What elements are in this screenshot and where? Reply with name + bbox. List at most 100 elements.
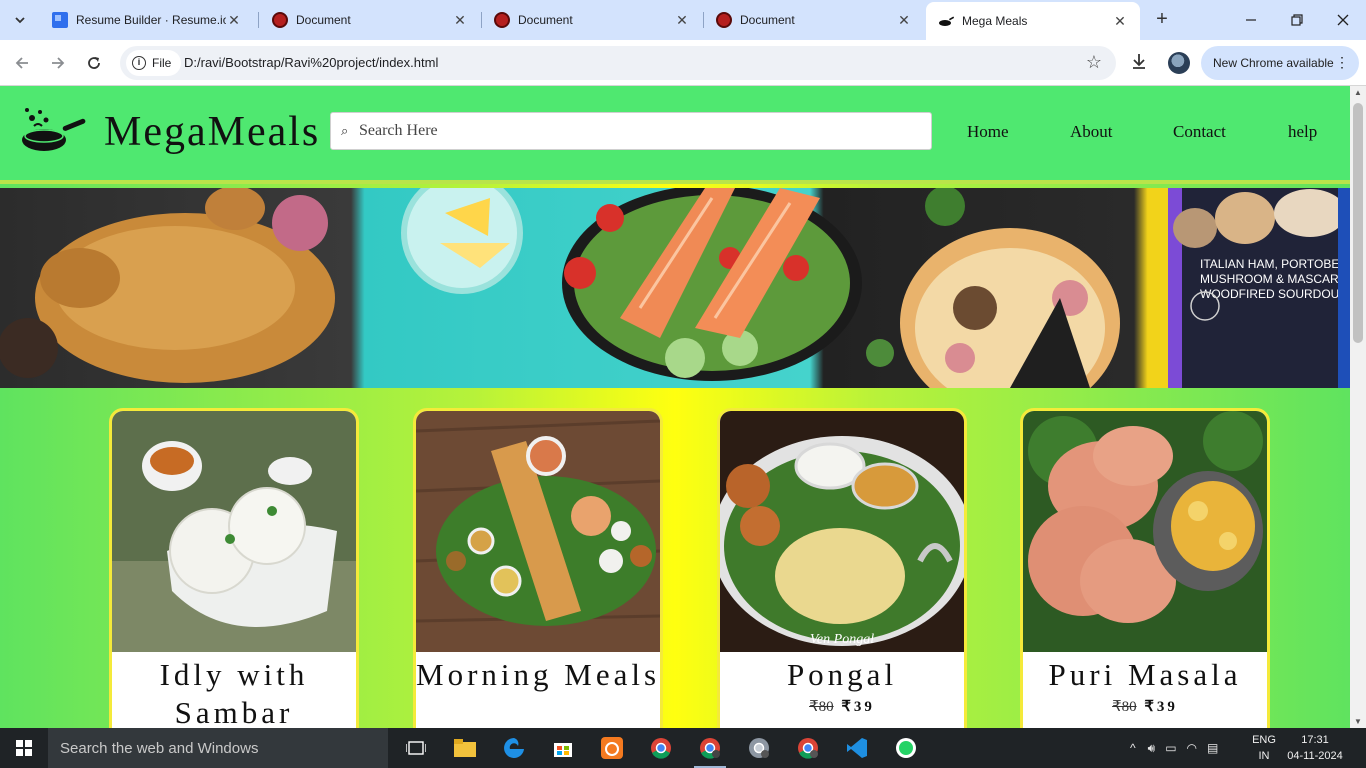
close-icon[interactable]: ✕ [674,12,690,29]
scheme-label: File [152,56,172,70]
card-title: Idly with Sambar [159,657,309,728]
morning-meals-photo [416,411,660,652]
chrome-update-button[interactable]: New Chrome available ⋮ [1201,46,1359,80]
chrome-icon [700,738,720,759]
chrome-profile-r-button[interactable] [739,732,779,764]
document-icon [716,12,732,28]
download-icon[interactable] [1130,52,1148,75]
file-explorer-button[interactable] [445,732,485,764]
close-icon [1337,14,1349,26]
back-button[interactable] [8,49,36,77]
price-line: ₹80 ₹39 [1023,697,1267,716]
task-view-button[interactable] [396,732,436,764]
bookmark-star-icon[interactable]: ☆ [1086,52,1102,73]
search-icon: ⌕ [341,123,349,138]
scrollbar-thumb[interactable] [1353,103,1363,343]
tab-resume-builder[interactable]: Resume Builder · Resume.io ✕ [40,0,254,40]
resume-io-icon [52,12,68,28]
close-icon[interactable]: ✕ [896,12,912,29]
edge-icon [504,738,524,758]
tab-document-1[interactable]: Document ✕ [260,0,480,40]
idly-photo [112,411,356,652]
food-card-puri-masala[interactable]: Puri Masala ₹80 ₹39 [1020,408,1270,728]
info-icon: i [132,56,146,70]
photo-caption: Ven Pongal [810,632,874,647]
tab-document-2[interactable]: Document ✕ [482,0,702,40]
chrome-r-button[interactable] [788,732,828,764]
taskbar-clock[interactable]: 17:31 04-11-2024 [1286,732,1344,764]
store-button[interactable] [543,732,583,764]
site-info-chip[interactable]: i File [126,50,182,76]
task-view-icon [406,741,426,755]
document-icon [494,12,510,28]
tab-title: Mega Meals [962,14,1028,28]
close-icon[interactable]: ✕ [1112,13,1128,30]
site-header: MegaMeals ⌕ Home About Contact help [0,86,1350,184]
taskbar-search-placeholder: Search the web and Windows [60,739,259,757]
language-code: ENG [1252,734,1276,746]
minimize-button[interactable] [1228,0,1274,40]
new-tab-button[interactable]: + [1150,8,1174,32]
food-card-idly[interactable]: Idly with Sambar [109,408,359,728]
current-price: ₹39 [841,699,875,715]
profile-avatar[interactable] [1168,52,1190,74]
region-code: IN [1258,750,1270,762]
forward-button[interactable] [44,49,72,77]
windows-logo-icon [16,740,32,756]
nav-contact[interactable]: Contact [1173,122,1226,142]
scroll-down-icon[interactable]: ▼ [1354,717,1362,726]
tab-title: Document [518,13,573,27]
hero-banner: ITALIAN HAM, PORTOBELL MUSHROOM & MASCAR… [0,188,1350,388]
folder-icon [454,739,476,757]
card-title: Puri Masala [1048,657,1242,692]
start-button[interactable] [0,728,48,768]
url-text[interactable]: D:/ravi/Bootstrap/Ravi%20project/index.h… [184,55,438,70]
close-icon[interactable]: ✕ [452,12,468,29]
edge-button[interactable] [494,732,534,764]
notification-icon[interactable]: ▤ [1207,741,1218,755]
clock-date: 04-11-2024 [1287,750,1343,762]
pongal-photo: Ven Pongal [720,411,964,652]
nav-about[interactable]: About [1070,122,1113,142]
food-card-morning-meals[interactable]: Morning Meals [413,408,663,728]
site-search-input[interactable] [359,119,919,143]
close-icon[interactable]: ✕ [226,12,242,29]
tab-search-button[interactable] [6,6,34,34]
restore-button[interactable] [1274,0,1320,40]
page-viewport: MegaMeals ⌕ Home About Contact help [0,86,1350,728]
chrome-button[interactable] [641,732,681,764]
chrome-profile-button-active[interactable] [690,732,730,768]
tab-document-3[interactable]: Document ✕ [704,0,924,40]
document-icon [272,12,288,28]
card-title: Morning Meals [416,657,661,692]
whatsapp-button[interactable] [886,732,926,764]
battery-icon[interactable]: ▭ [1165,741,1176,755]
wifi-icon[interactable]: ◠ [1187,741,1197,755]
tab-title: Resume Builder · Resume.io [76,13,226,27]
nav-home[interactable]: Home [967,122,1009,142]
menu-dots-icon[interactable]: ⋮ [1335,54,1349,71]
language-indicator[interactable]: ENG IN [1250,732,1278,764]
red-onion-shape [272,195,328,251]
nav-help[interactable]: help [1288,122,1317,142]
banner-food-illustration: ITALIAN HAM, PORTOBELL MUSHROOM & MASCAR… [0,188,1350,388]
taskbar-search-box[interactable]: Search the web and Windows [48,728,388,768]
vscode-button[interactable] [837,732,877,764]
system-tray: ^ 🔊︎ ▭ ◠ ▤ [1130,728,1218,768]
drink-glass-shape [401,188,523,294]
browser-toolbar: i File D:/ravi/Bootstrap/Ravi%20project/… [0,40,1366,86]
volume-icon[interactable]: 🔊︎ [1148,741,1156,756]
address-bar[interactable]: i File D:/ravi/Bootstrap/Ravi%20project/… [120,46,1116,80]
reload-button[interactable] [80,49,108,77]
brand-name[interactable]: MegaMeals [104,108,320,156]
tab-strip: Resume Builder · Resume.io ✕ Document ✕ … [0,0,1366,40]
food-card-pongal[interactable]: Ven Pongal Pongal ₹80 ₹39 [717,408,967,728]
chevron-up-icon[interactable]: ^ [1130,741,1136,755]
scroll-up-icon[interactable]: ▲ [1354,88,1362,97]
page-scrollbar[interactable]: ▲ ▼ [1350,86,1366,728]
price-line: ₹80 ₹39 [720,697,964,716]
close-window-button[interactable] [1320,0,1366,40]
tab-mega-meals[interactable]: Mega Meals ✕ [926,2,1140,40]
arrow-right-icon [52,57,65,69]
uc-browser-button[interactable] [592,732,632,764]
